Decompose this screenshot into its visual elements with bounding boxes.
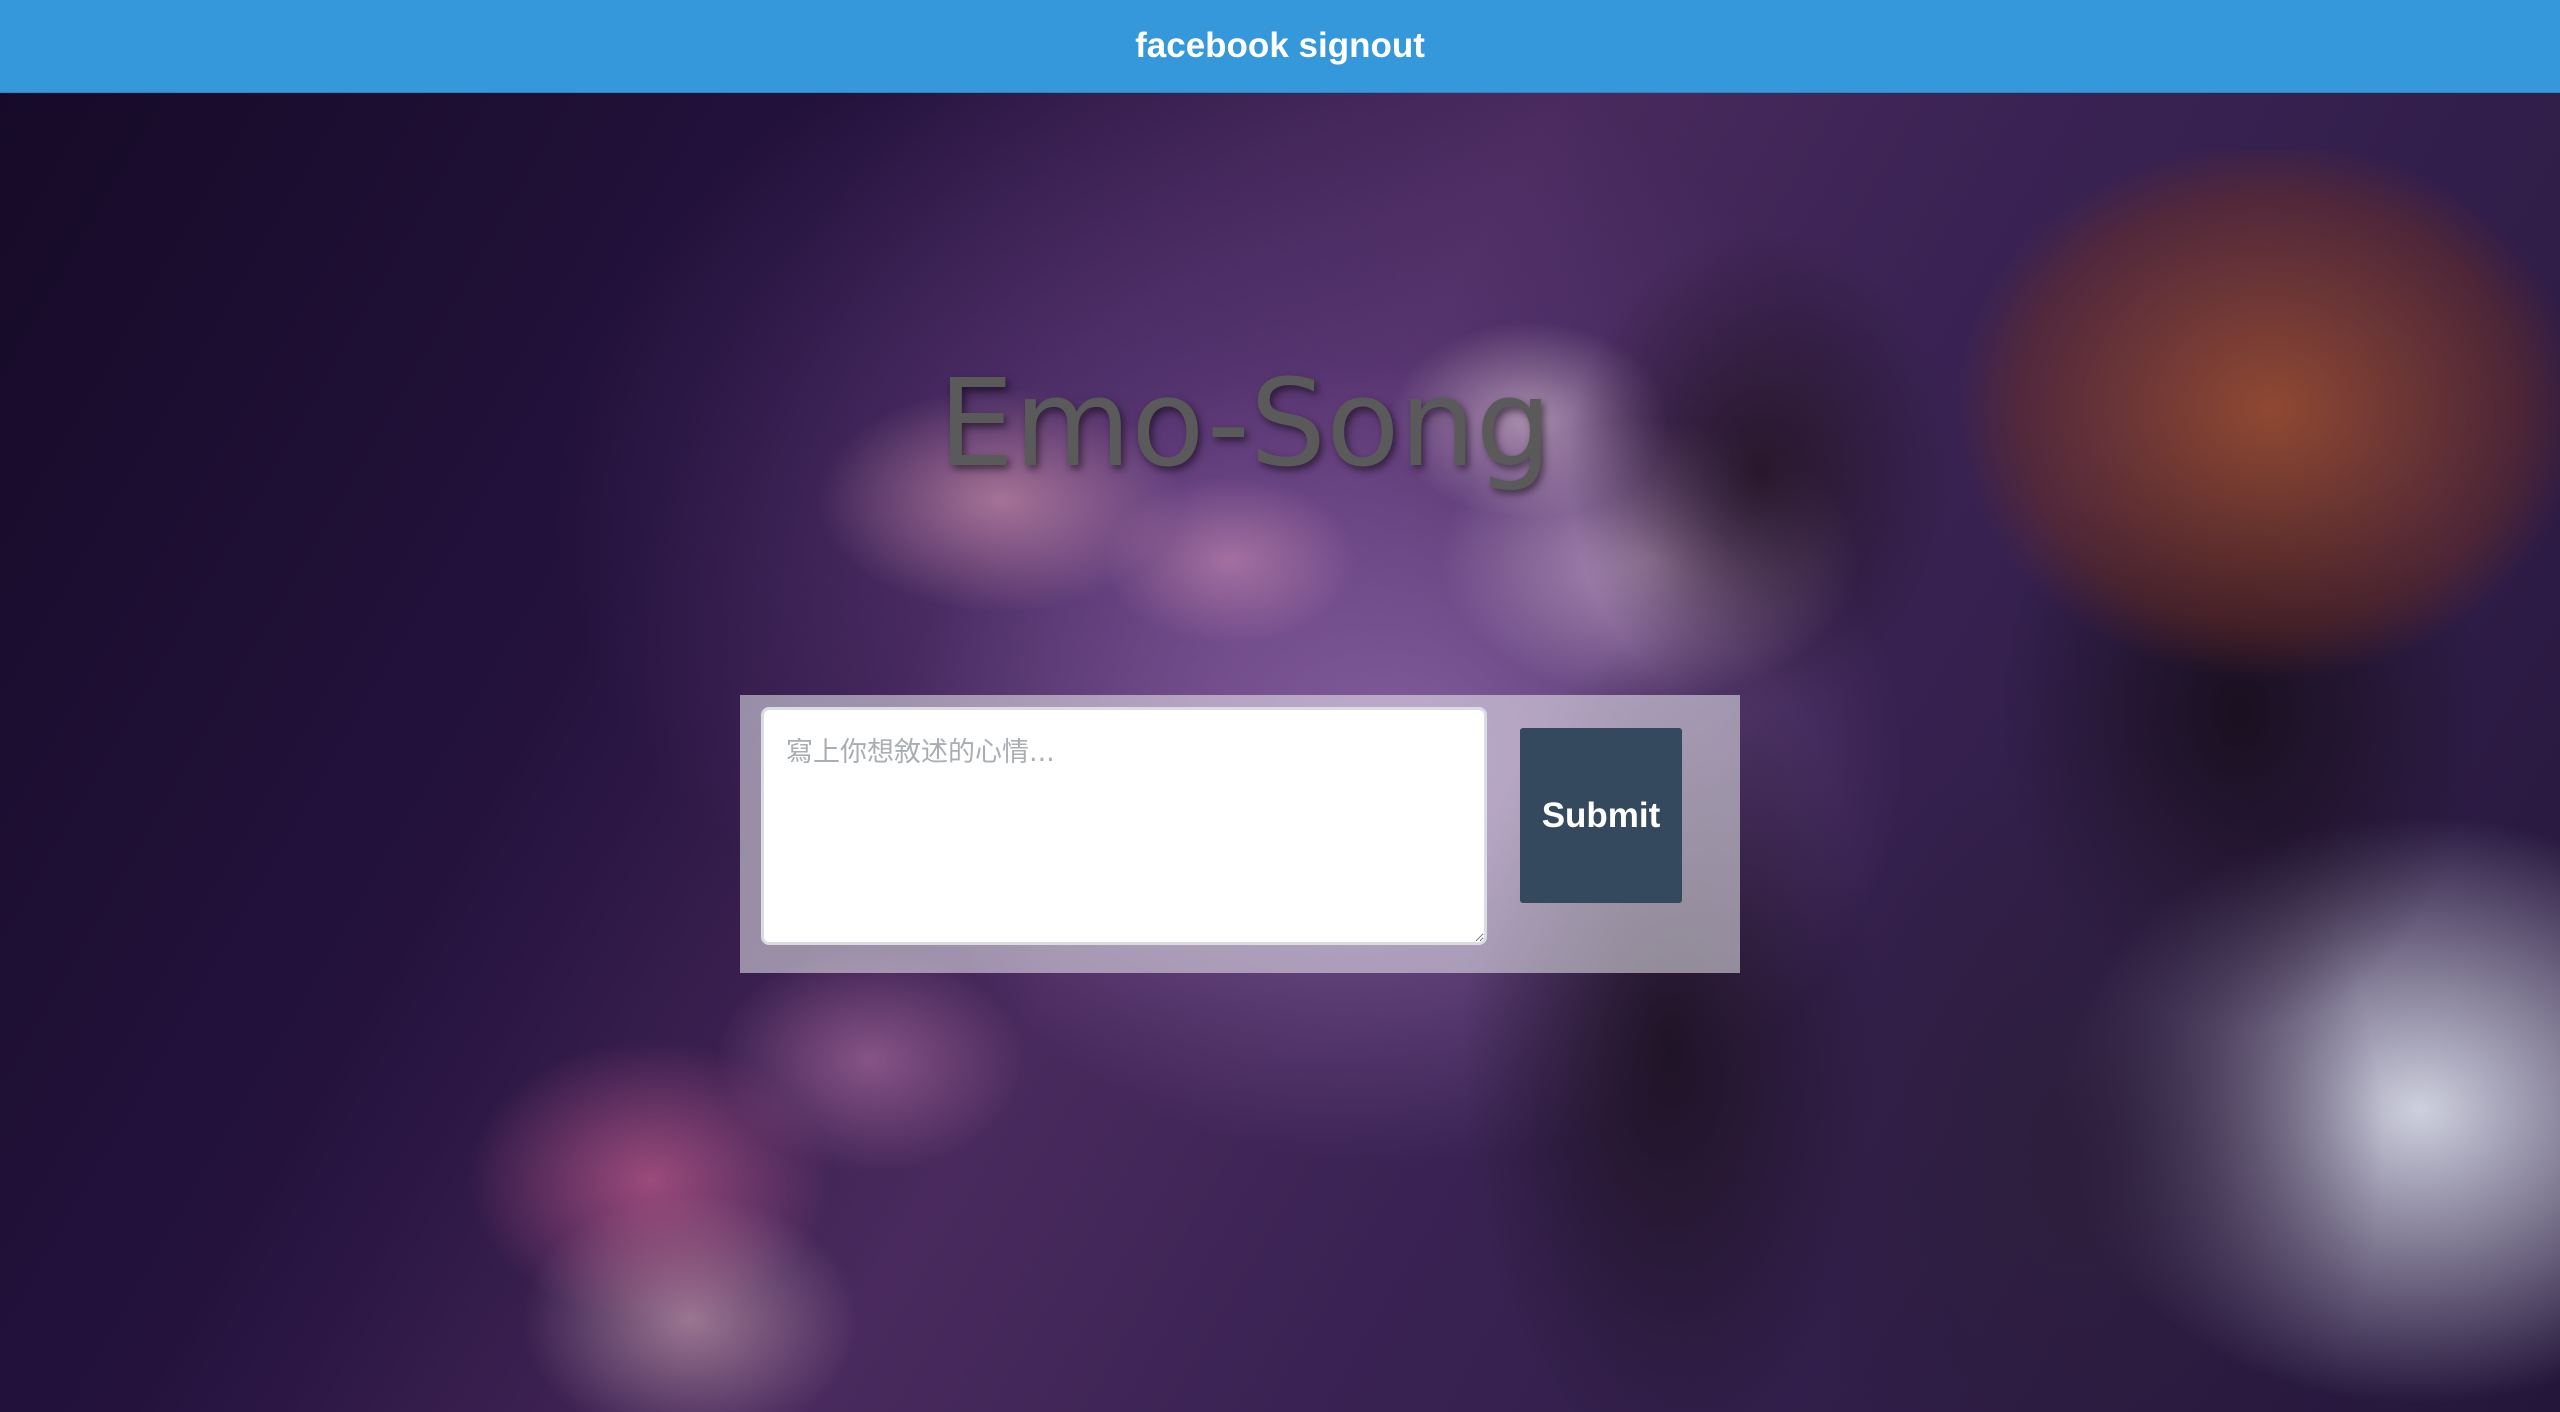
page: facebook signout Emo-Song Submit [0, 0, 2560, 1412]
facebook-signout-label: facebook signout [1135, 26, 1425, 65]
mood-form: Submit [740, 695, 1740, 973]
submit-button[interactable]: Submit [1520, 728, 1682, 903]
facebook-signout-bar[interactable]: facebook signout [0, 0, 2560, 93]
mood-input[interactable] [761, 707, 1487, 945]
page-title: Emo-Song [938, 355, 1552, 494]
